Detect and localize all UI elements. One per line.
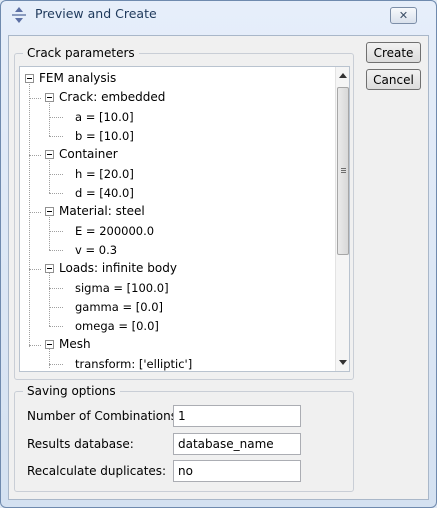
tree-node-fem-analysis[interactable]: FEM analysis xyxy=(39,71,116,85)
tree-node-container[interactable]: Container xyxy=(59,147,118,161)
scroll-down-icon[interactable] xyxy=(339,360,347,365)
close-icon: ✕ xyxy=(398,9,409,22)
collapse-icon[interactable] xyxy=(45,340,54,349)
tree-node-material[interactable]: Material: steel xyxy=(59,204,145,218)
tree-node-crack[interactable]: Crack: embedded xyxy=(59,90,165,104)
tree-leaf-e[interactable]: E = 200000.0 xyxy=(75,224,154,238)
scroll-up-icon[interactable] xyxy=(339,73,347,78)
collapse-icon[interactable] xyxy=(45,150,54,159)
results-database-field[interactable] xyxy=(173,433,301,455)
crack-parameters-legend: Crack parameters xyxy=(23,46,139,60)
tree-leaf-sigma[interactable]: sigma = [100.0] xyxy=(75,281,169,295)
recalculate-duplicates-field[interactable] xyxy=(173,460,301,482)
create-button[interactable]: Create xyxy=(366,42,421,63)
close-button[interactable]: ✕ xyxy=(390,7,417,24)
tree-leaf-gamma[interactable]: gamma = [0.0] xyxy=(75,300,163,314)
tree-leaf-transform[interactable]: transform: ['elliptic'] xyxy=(75,357,192,371)
app-icon xyxy=(12,7,26,23)
tree-leaf-a[interactable]: a = [10.0] xyxy=(75,110,134,124)
saving-options-legend: Saving options xyxy=(23,384,120,398)
tree-leaf-v[interactable]: v = 0.3 xyxy=(75,243,117,257)
tree-leaf-b[interactable]: b = [10.0] xyxy=(75,129,134,143)
tree-leaf-omega[interactable]: omega = [0.0] xyxy=(75,319,159,333)
combinations-field[interactable] xyxy=(173,405,301,427)
tree-scrollbar[interactable] xyxy=(335,67,349,371)
combinations-label: Number of Combinations: xyxy=(27,409,182,423)
tree-node-mesh[interactable]: Mesh xyxy=(59,337,91,351)
cancel-button[interactable]: Cancel xyxy=(366,69,421,90)
scroll-thumb[interactable] xyxy=(337,87,349,255)
tree-leaf-d[interactable]: d = [40.0] xyxy=(75,186,134,200)
recalculate-duplicates-label: Recalculate duplicates: xyxy=(27,464,167,478)
collapse-icon[interactable] xyxy=(45,207,54,216)
tree-leaf-h[interactable]: h = [20.0] xyxy=(75,167,134,181)
results-database-label: Results database: xyxy=(27,437,134,451)
collapse-icon[interactable] xyxy=(25,74,34,83)
parameter-tree[interactable]: FEM analysis Crack: embedded a = [10.0] … xyxy=(19,66,350,372)
collapse-icon[interactable] xyxy=(45,264,54,273)
dialog-body: Crack parameters FEM analysis Crack: emb… xyxy=(8,35,429,500)
collapse-icon[interactable] xyxy=(45,93,54,102)
dialog-window: Preview and Create ✕ Crack parameters FE… xyxy=(0,0,437,508)
title-bar[interactable]: Preview and Create ✕ xyxy=(1,1,436,27)
window-title: Preview and Create xyxy=(35,6,157,21)
tree-node-loads[interactable]: Loads: infinite body xyxy=(59,261,177,275)
